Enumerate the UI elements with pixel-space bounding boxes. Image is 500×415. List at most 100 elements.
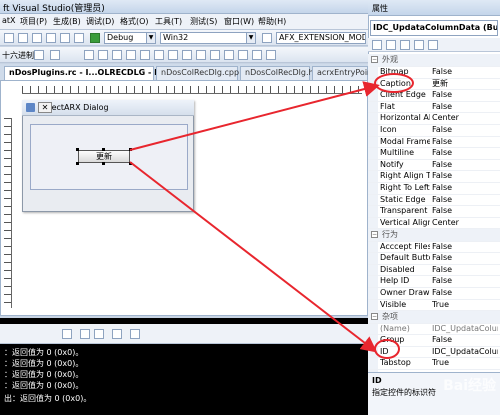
menu-item-help[interactable]: 帮助(H)	[258, 16, 286, 27]
properties-object-selector[interactable]: IDC_UpdataColumnData (Butt	[370, 20, 498, 36]
properties-title: 属性	[372, 4, 388, 13]
property-pages-icon[interactable]	[428, 40, 438, 50]
align-top-icon[interactable]	[112, 50, 122, 60]
property-value[interactable]: False	[432, 182, 498, 194]
selection-handle[interactable]	[129, 162, 132, 165]
category-appearance[interactable]: − 外观	[368, 54, 500, 67]
events-icon[interactable]	[414, 40, 424, 50]
space-across-icon[interactable]	[168, 50, 178, 60]
chevron-down-icon: ▼	[246, 33, 255, 43]
redo-icon[interactable]	[4, 33, 14, 43]
property-value[interactable]: 更新	[432, 78, 498, 90]
word-wrap-icon[interactable]	[130, 329, 140, 339]
collapse-icon[interactable]: −	[371, 56, 378, 63]
property-value[interactable]: False	[432, 252, 498, 264]
property-value[interactable]: Center	[432, 112, 498, 124]
menu-item-format[interactable]: 格式(O)	[120, 16, 149, 27]
test-dialog-icon[interactable]	[266, 50, 276, 60]
app-icon	[26, 103, 35, 112]
property-value[interactable]: False	[432, 136, 498, 148]
align-left-icon[interactable]	[84, 50, 94, 60]
watermark-logo: Bai经验	[443, 378, 496, 394]
menu-item-debug[interactable]: 调试(D)	[86, 16, 114, 27]
property-value[interactable]: False	[432, 241, 498, 253]
toggle-grid-icon[interactable]	[238, 50, 248, 60]
selection-handle[interactable]	[76, 162, 79, 165]
tab-dlg-h[interactable]: nDosColRecDlg.h	[240, 66, 314, 80]
window-titlebar: ft Visual Studio(管理员)	[0, 0, 368, 14]
next-message-icon[interactable]	[94, 329, 104, 339]
property-value[interactable]: True	[432, 357, 498, 369]
color-picker-icon[interactable]	[50, 50, 60, 60]
properties-icon[interactable]	[400, 40, 410, 50]
selection-handle[interactable]	[102, 162, 105, 165]
wrench-icon[interactable]	[34, 50, 44, 60]
selection-handle[interactable]	[129, 148, 132, 151]
menu-item-window[interactable]: 窗口(W)	[224, 16, 254, 27]
make-same-width-icon[interactable]	[196, 50, 206, 60]
property-value[interactable]: False	[432, 124, 498, 136]
property-value[interactable]: False	[432, 287, 498, 299]
property-row[interactable]: Tabstop True	[368, 357, 500, 370]
selection-handle[interactable]	[76, 148, 79, 151]
align-right-icon[interactable]	[98, 50, 108, 60]
menu-item-build[interactable]: 生成(B)	[53, 16, 81, 27]
define-dropdown[interactable]: AFX_EXTENSION_MODU	[276, 32, 366, 44]
property-name: Owner Draw	[380, 288, 430, 297]
menu-item-project[interactable]: 项目(P)	[20, 16, 47, 27]
property-value[interactable]: False	[432, 264, 498, 276]
property-name: Disabled	[380, 264, 415, 274]
start-debug-icon[interactable]	[90, 33, 100, 43]
property-value[interactable]: False	[432, 147, 498, 159]
make-same-size-icon[interactable]	[224, 50, 234, 60]
categorized-icon[interactable]	[372, 40, 382, 50]
alphabetical-icon[interactable]	[386, 40, 396, 50]
property-value[interactable]: False	[432, 66, 498, 78]
find-icon[interactable]	[262, 33, 272, 43]
tab-entry-point[interactable]: acrxEntryPoint	[312, 66, 375, 80]
align-bottom-icon[interactable]	[126, 50, 136, 60]
tab-dialog-rc[interactable]: nDosPlugins.rc - I...OLRECDLG - Dialog*	[4, 66, 187, 80]
selection-handle[interactable]	[102, 148, 105, 151]
property-value[interactable]: True	[432, 299, 498, 311]
clear-all-icon[interactable]	[112, 329, 122, 339]
horizontal-ruler[interactable]	[22, 86, 362, 94]
property-value[interactable]: False	[432, 101, 498, 113]
undo-icon[interactable]	[18, 33, 28, 43]
navigate-forward-icon[interactable]	[46, 33, 56, 43]
property-value[interactable]: False	[432, 194, 498, 206]
config-dropdown[interactable]: Debug ▼	[104, 32, 156, 44]
solution-icon[interactable]	[60, 33, 70, 43]
previous-message-icon[interactable]	[80, 329, 90, 339]
property-value[interactable]: False	[432, 159, 498, 171]
collapse-icon[interactable]: −	[371, 231, 378, 238]
center-vertical-icon[interactable]	[140, 50, 150, 60]
property-value[interactable]: Center	[432, 217, 498, 229]
platform-dropdown[interactable]: Win32 ▼	[160, 32, 256, 44]
annotation-circle-caption	[374, 73, 414, 93]
property-name: Default Button	[380, 253, 430, 263]
property-value[interactable]: False	[432, 334, 498, 346]
menu-item-tools[interactable]: 工具(T)	[155, 16, 182, 27]
property-row[interactable]: Vertical AlignmCenter	[368, 217, 500, 230]
menu-item-test[interactable]: 测试(S)	[190, 16, 217, 27]
property-value[interactable]: IDC_UpdataColumn	[432, 346, 498, 358]
menu-item-atx[interactable]: atX	[2, 16, 16, 25]
make-same-height-icon[interactable]	[210, 50, 220, 60]
center-horizontal-icon[interactable]	[154, 50, 164, 60]
property-value[interactable]: False	[432, 205, 498, 217]
vertical-ruler[interactable]	[4, 118, 12, 308]
property-row[interactable]: Visible True	[368, 299, 500, 312]
find-message-icon[interactable]	[62, 329, 72, 339]
collapse-icon[interactable]: −	[371, 313, 378, 320]
property-value[interactable]: IDC_UpdataColumn	[432, 323, 498, 335]
navigate-back-icon[interactable]	[32, 33, 42, 43]
space-down-icon[interactable]	[182, 50, 192, 60]
annotation-circle-id	[374, 339, 400, 359]
property-value[interactable]: False	[432, 89, 498, 101]
property-value[interactable]: False	[432, 275, 498, 287]
property-value[interactable]: False	[432, 170, 498, 182]
toggle-guides-icon[interactable]	[252, 50, 262, 60]
tab-dlg-cpp[interactable]: nDosColRecDlg.cpp	[156, 66, 239, 80]
save-icon[interactable]	[74, 33, 84, 43]
